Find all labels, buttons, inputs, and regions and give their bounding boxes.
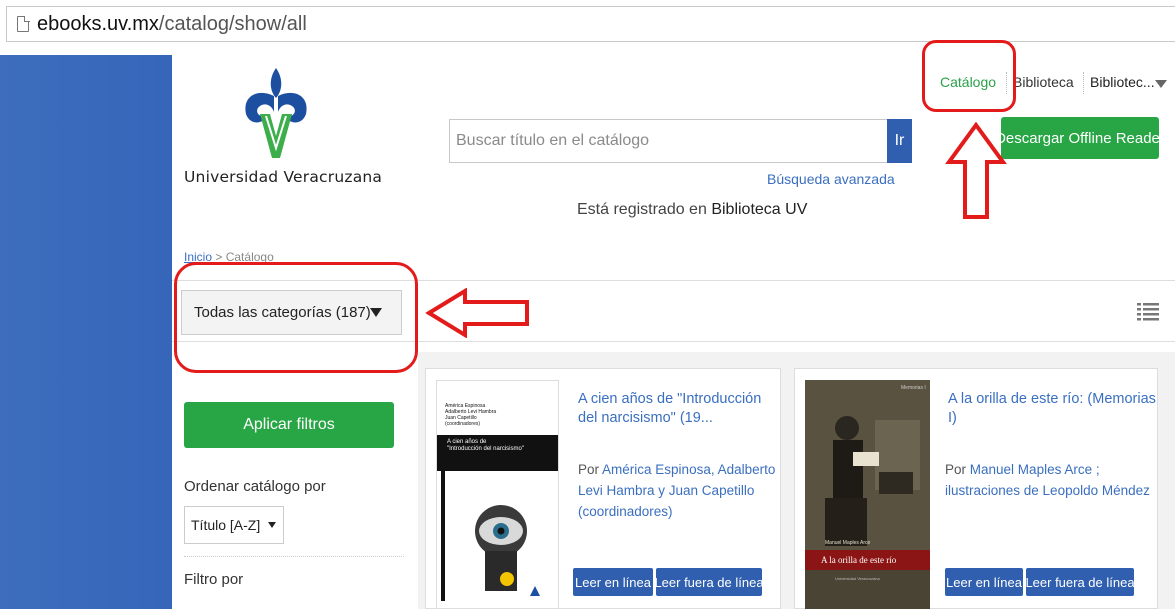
cover-authors: América Espinosa Adalberto Levi Hambra J… [445,403,497,427]
author-link[interactable]: Manuel Maples Arce ; ilustraciones de Le… [945,462,1150,498]
list-view-icon[interactable] [1137,301,1159,323]
sidebar-divider [184,556,404,557]
registered-library-name: Biblioteca UV [711,201,808,218]
user-menu-link[interactable]: Bibliotec... [1090,74,1155,90]
url-path: /catalog/show/all [158,12,307,35]
sort-label: Ordenar catálogo por [184,478,326,495]
cover-title: A la orilla de este río [821,555,897,565]
nav-biblioteca-link[interactable]: Biblioteca [1013,74,1074,90]
registered-library-text: Está registrado en Biblioteca UV [577,201,807,219]
left-background-band [0,55,172,609]
cover-title: A cien años de "Introducción del narcisi… [447,439,524,452]
catalog-search-input[interactable] [449,119,887,163]
apply-filters-button[interactable]: Aplicar filtros [184,402,394,448]
annotation-highlight-categories [174,262,418,373]
book-cover-image[interactable]: América Espinosa Adalberto Levi Hambra J… [436,380,559,609]
page-icon [17,15,30,32]
sort-select-value: Título [A-Z] [191,517,261,533]
advanced-search-link[interactable]: Búsqueda avanzada [767,171,895,187]
cover-series: Memorias I [901,385,926,391]
by-prefix: Por [945,462,967,477]
chevron-down-icon[interactable] [1155,80,1167,88]
annotation-arrow-up-icon [945,122,1007,219]
author-link[interactable]: América Espinosa, Adalberto Levi Hambra … [578,462,775,519]
filter-label: Filtro por [184,571,244,588]
nav-separator [1083,72,1084,94]
by-prefix: Por [578,462,600,477]
logo-text: Universidad Veracruzana [184,168,383,186]
cover-illustration [805,380,930,609]
uv-emblem-icon [245,68,307,158]
read-online-button[interactable]: Leer en línea [573,568,653,596]
book-title-link[interactable]: A la orilla de este río: (Memorias I) [948,390,1158,428]
address-field[interactable]: ebooks.uv.mx/catalog/show/all [6,6,1175,42]
read-offline-button[interactable]: Leer fuera de línea [1025,568,1135,596]
download-offline-reader-button[interactable]: Descargar Offline Reader [995,117,1165,159]
book-title-link[interactable]: A cien años de "Introducción del narcisi… [578,390,768,428]
university-logo[interactable]: Universidad Veracruzana [184,66,382,191]
annotation-arrow-left-icon [425,288,529,338]
annotation-highlight-catalogo [922,40,1016,112]
dropdown-arrow-icon[interactable] [268,522,276,528]
book-authors: Por Manuel Maples Arce ; ilustraciones d… [945,459,1155,501]
cover-publisher: Universidad Veracruzana [835,576,880,581]
url-text[interactable]: ebooks.uv.mx/catalog/show/all [37,13,307,36]
read-online-button[interactable]: Leer en línea [945,568,1023,596]
registered-prefix: Está registrado en [577,201,707,218]
book-authors: Por América Espinosa, Adalberto Levi Ham… [578,459,778,522]
url-domain: ebooks.uv.mx [37,12,159,35]
read-offline-button[interactable]: Leer fuera de línea [654,568,764,596]
cover-author: Manuel Maples Arce [825,540,871,546]
search-go-button[interactable]: Ir [887,119,912,163]
book-cover-image[interactable]: Memorias I Manuel Maples Arce A la orill… [805,380,930,609]
